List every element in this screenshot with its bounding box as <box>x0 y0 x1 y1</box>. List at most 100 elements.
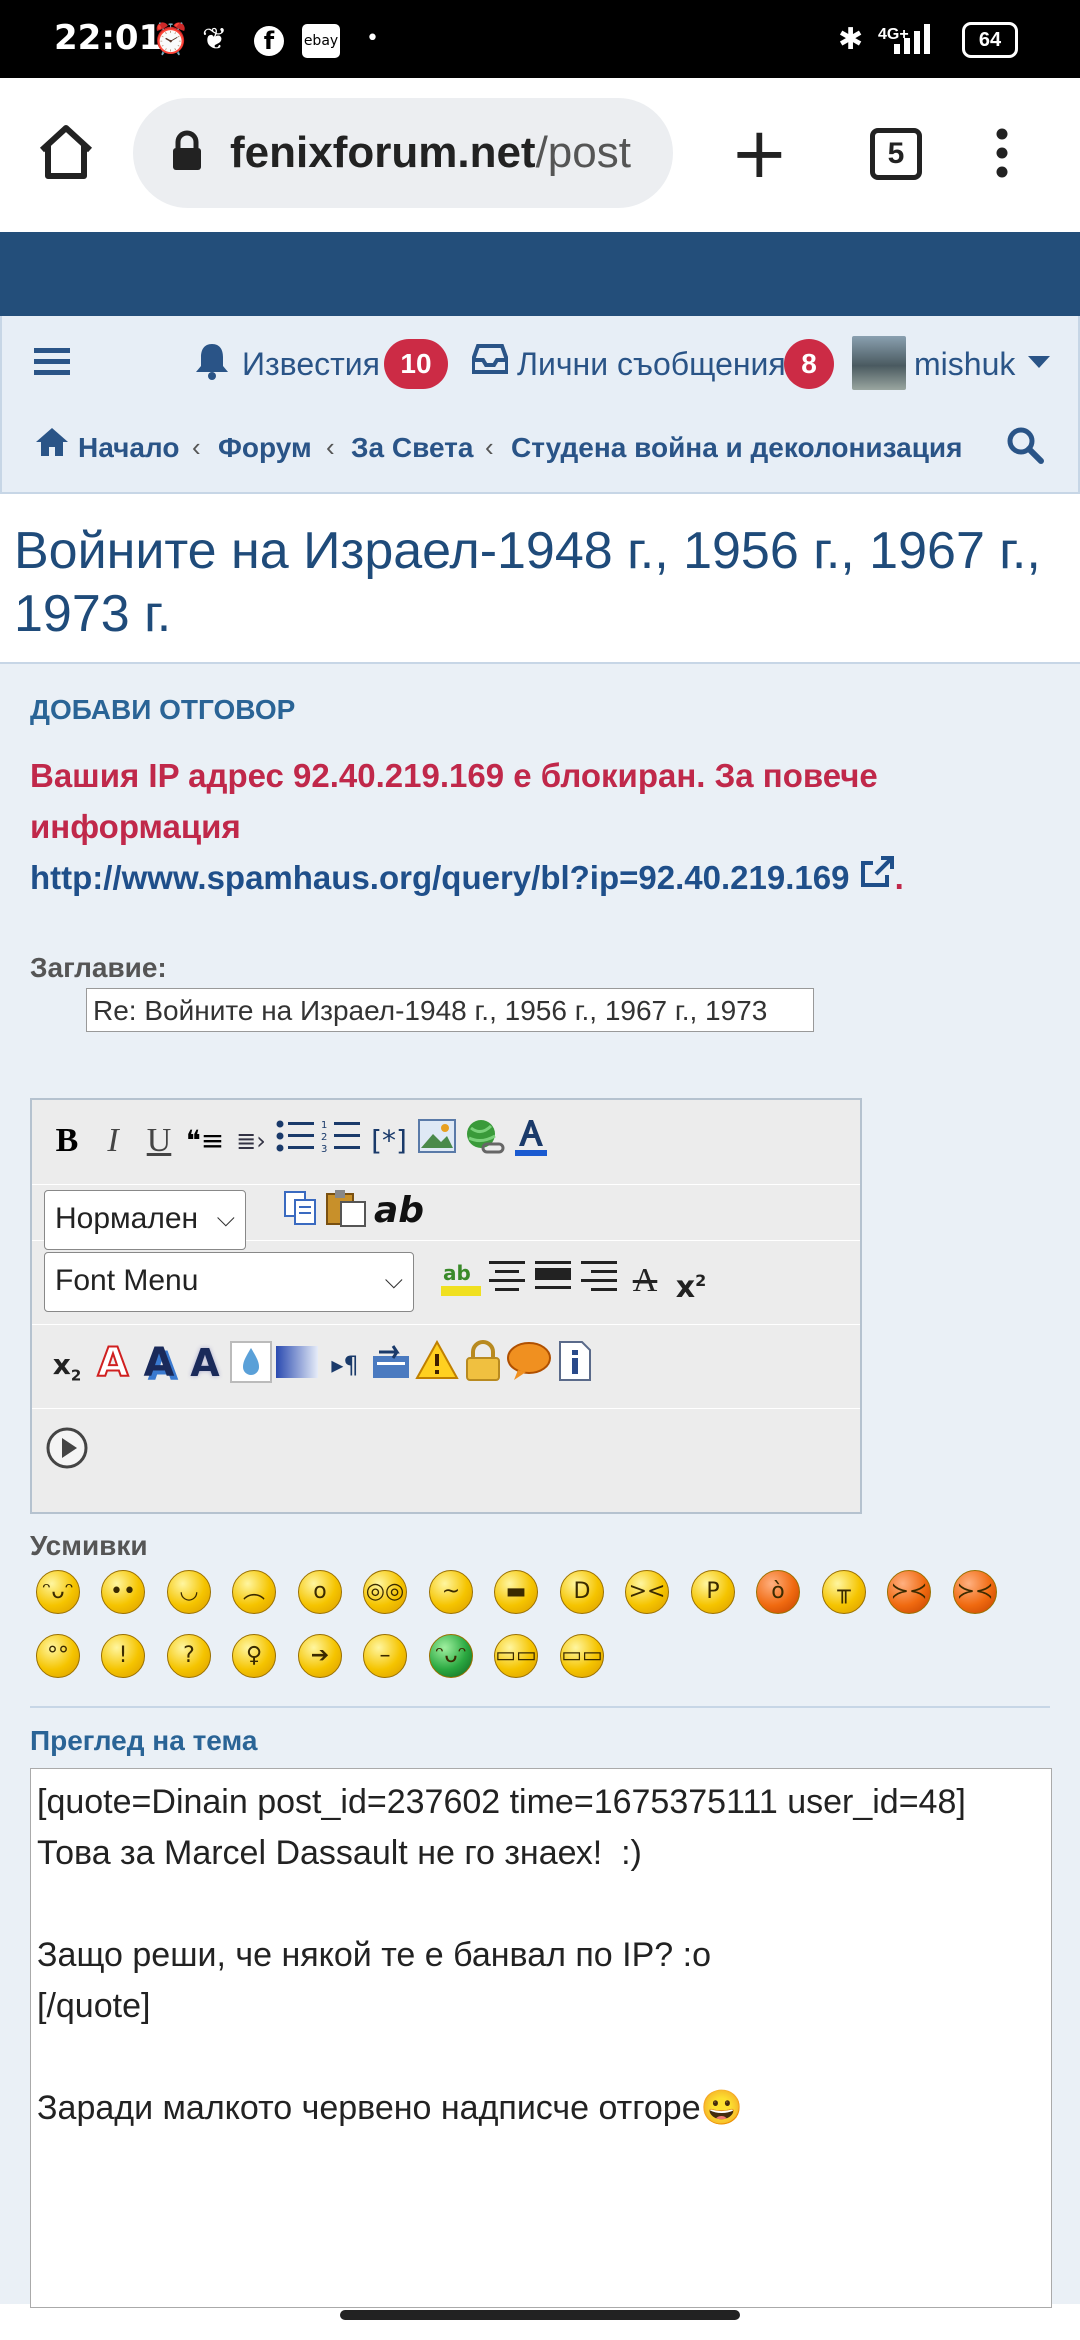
numbered-list-icon[interactable]: 123 <box>318 1118 364 1164</box>
chevron-down-icon[interactable] <box>1028 356 1050 375</box>
page-title: Войните на Израел-1948 г., 1956 г., 1967… <box>14 522 1041 643</box>
speech-bubble-icon[interactable] <box>506 1340 552 1386</box>
gesture-navigation-bar[interactable] <box>340 2310 740 2320</box>
smiley-mrgreen-icon[interactable]: ᵔᴗᵔ <box>429 1634 473 1678</box>
username-link[interactable]: mishuk <box>914 346 1015 383</box>
ebay-icon: ebay <box>302 24 340 58</box>
smiley-grin-icon[interactable]: ᵔᴗᵔ <box>36 1570 80 1614</box>
align-center-icon[interactable] <box>484 1258 530 1304</box>
bullet-list-icon[interactable] <box>272 1118 318 1164</box>
external-link-icon[interactable] <box>859 856 895 896</box>
breadcrumb-world[interactable]: За Света <box>351 432 473 464</box>
code-icon[interactable]: ≣› <box>228 1118 274 1164</box>
font-select[interactable]: Font Menu ⌵ <box>44 1252 414 1312</box>
paste-icon[interactable] <box>324 1188 370 1234</box>
url-text[interactable]: fenixforum.net/post <box>230 128 654 178</box>
spellcheck-icon[interactable]: ab <box>374 1188 424 1234</box>
italic-button[interactable]: I <box>90 1118 136 1164</box>
breadcrumb-home[interactable]: Начало <box>78 432 179 464</box>
smiley-surprised-icon[interactable]: o <box>298 1570 342 1614</box>
smiley-lol-icon[interactable]: D <box>560 1570 604 1614</box>
svg-text:ab: ab <box>443 1261 471 1285</box>
bluetooth-icon: ✱ <box>838 22 864 57</box>
avatar[interactable] <box>852 336 906 390</box>
smiley-cool-icon[interactable]: ▬ <box>494 1570 538 1614</box>
smiley-sad-icon[interactable]: ︵ <box>232 1570 276 1614</box>
superscript-icon[interactable]: x2 <box>668 1258 714 1305</box>
home-icon[interactable] <box>34 426 70 463</box>
smiley-eek-icon[interactable]: ◎◎ <box>363 1570 407 1614</box>
home-icon[interactable] <box>34 122 98 187</box>
url-link-icon[interactable] <box>462 1118 508 1164</box>
facebook-icon: f <box>254 26 284 56</box>
quote-icon[interactable]: ❝≡ <box>182 1118 228 1164</box>
signal-icon <box>890 22 938 61</box>
inbox-icon[interactable] <box>471 344 509 379</box>
editor-toolbar: B I U ❝≡ ≣› 123 [*] Нормален ⌵ ab Font Me… <box>30 1098 862 1514</box>
breadcrumb-forum[interactable]: Форум <box>218 432 312 464</box>
new-tab-icon[interactable]: + <box>730 118 789 188</box>
align-right-icon[interactable] <box>576 1258 622 1304</box>
clock: 22:01 <box>54 18 163 58</box>
smiley-smile-icon[interactable]: •• <box>101 1570 145 1614</box>
padlock-icon[interactable] <box>460 1340 506 1386</box>
smiley-idea-icon[interactable]: ♀ <box>232 1634 276 1678</box>
play-media-icon[interactable] <box>44 1426 90 1472</box>
svg-text:3: 3 <box>321 1144 327 1154</box>
info-icon[interactable] <box>552 1340 598 1386</box>
direction-icon[interactable]: ▸¶ <box>322 1342 368 1388</box>
smiley-neutral-icon[interactable]: – <box>363 1634 407 1678</box>
opacity-icon[interactable] <box>228 1340 274 1386</box>
smiley-evil-icon[interactable]: ≻≺ <box>887 1570 931 1614</box>
more-options-icon[interactable] <box>990 126 1014 185</box>
breadcrumb-cold-war[interactable]: Студена война и деколонизация <box>511 432 962 464</box>
smiley-twisted-icon[interactable]: ≻≺ <box>953 1570 997 1614</box>
smiley-mad-icon[interactable]: >< <box>625 1570 669 1614</box>
strikethrough-icon[interactable]: A <box>622 1258 668 1304</box>
shadow-text-icon[interactable]: A <box>136 1340 182 1386</box>
smiley-geek-icon[interactable]: ▭▭ <box>494 1634 538 1678</box>
blur-text-icon[interactable]: A <box>182 1340 228 1386</box>
tab-switcher-button[interactable]: 5 <box>870 128 922 180</box>
underline-button[interactable]: U <box>136 1118 182 1164</box>
smiley-wink-icon[interactable]: ◡ <box>167 1570 211 1614</box>
smiley-angry-icon[interactable]: ò <box>756 1570 800 1614</box>
bold-button[interactable]: B <box>44 1118 90 1164</box>
search-icon[interactable] <box>1006 426 1044 469</box>
smiley-rolleyes-icon[interactable]: °° <box>36 1634 80 1678</box>
smiley-cry-icon[interactable]: ╥ <box>822 1570 866 1614</box>
breadcrumb-separator: ‹ <box>326 432 335 462</box>
copy-icon[interactable] <box>278 1190 324 1236</box>
gradient-icon[interactable] <box>274 1342 320 1388</box>
font-color-icon[interactable] <box>508 1118 554 1164</box>
subject-input[interactable]: Re: Войните на Израел-1948 г., 1956 г., … <box>86 988 814 1032</box>
breadcrumb-separator: ‹ <box>485 432 494 462</box>
subscript-icon[interactable]: x2 <box>44 1342 90 1388</box>
svg-text:2: 2 <box>321 1132 327 1143</box>
image-icon[interactable] <box>414 1118 460 1164</box>
highlight-icon[interactable]: ab <box>438 1258 484 1304</box>
smiley-ugeek-icon[interactable]: ▭▭ <box>560 1634 604 1678</box>
spamhaus-link[interactable]: http://www.spamhaus.org/query/bl?ip=92.4… <box>30 859 849 896</box>
warning-icon[interactable] <box>414 1339 460 1386</box>
svg-text:1: 1 <box>321 1120 327 1131</box>
forum-banner <box>0 232 1080 316</box>
smiley-exclaim-icon[interactable]: ! <box>101 1634 145 1678</box>
smiley-confused-icon[interactable]: ~ <box>429 1570 473 1614</box>
list-item-icon[interactable]: [*] <box>366 1118 412 1164</box>
menu-icon[interactable] <box>34 346 70 381</box>
toolbar-row-5 <box>32 1408 860 1512</box>
smiley-question-icon[interactable]: ? <box>167 1634 211 1678</box>
toolbar-row-2: Нормален ⌵ ab <box>32 1184 860 1250</box>
notifications-link[interactable]: Известия <box>242 346 380 383</box>
smiley-arrow-icon[interactable]: ➔ <box>298 1634 342 1678</box>
lock-icon[interactable] <box>170 130 204 177</box>
marquee-icon[interactable] <box>368 1342 414 1388</box>
glow-text-icon[interactable]: A <box>90 1339 136 1387</box>
justify-icon[interactable] <box>530 1258 576 1304</box>
smiley-razz-icon[interactable]: P <box>691 1570 735 1614</box>
message-textarea[interactable]: [quote=Dinain post_id=237602 time=167537… <box>30 1768 1052 2308</box>
messages-link[interactable]: Лични съобщения <box>517 346 786 383</box>
bell-icon[interactable] <box>194 342 230 385</box>
toolbar-row-3: Font Menu ⌵ ab A x2 <box>32 1240 860 1325</box>
